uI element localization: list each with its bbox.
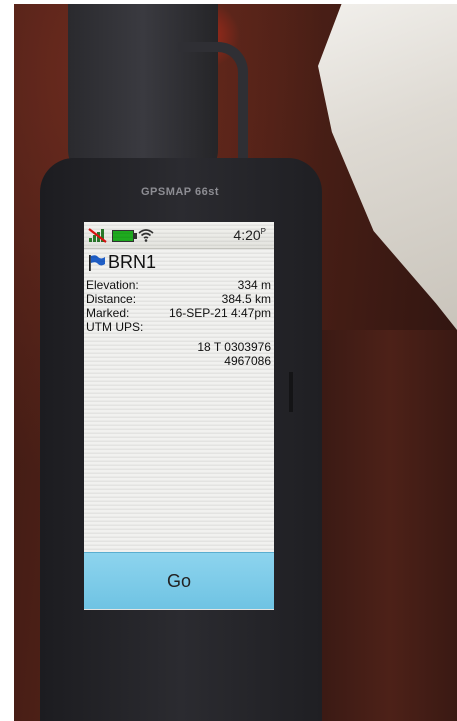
detail-row: UTM UPS:: [84, 320, 274, 334]
device-model-label: GPSMAP 66st: [140, 186, 220, 198]
go-button[interactable]: Go: [84, 552, 274, 609]
side-key[interactable]: [289, 372, 293, 412]
detail-value: 16-SEP-21 4:47pm: [168, 306, 271, 320]
detail-row: Elevation: 334 m: [84, 278, 274, 292]
detail-row: Distance: 384.5 km: [84, 292, 274, 306]
utm-zone-easting: 18 T 0303976: [197, 340, 271, 354]
detail-row: Marked: 16-SEP-21 4:47pm: [84, 306, 274, 320]
wood-surface: [322, 330, 457, 721]
status-bar: 4:20P: [84, 222, 274, 249]
waypoint-details: Elevation: 334 m Distance: 384.5 km Mark…: [84, 278, 274, 368]
utm-coordinates-line2: 4967086: [84, 354, 274, 368]
detail-label: Distance:: [86, 292, 137, 306]
detail-label: Elevation:: [86, 278, 139, 292]
image-border: [0, 0, 14, 721]
no-signal-icon: [88, 228, 107, 243]
utm-coordinates-line1: 18 T 0303976: [84, 340, 274, 354]
clock: 4:20P: [233, 227, 266, 243]
detail-value: 334 m: [237, 278, 271, 292]
detail-label: Marked:: [86, 306, 130, 320]
clock-time: 4:20: [233, 227, 261, 243]
image-border-top: [0, 0, 457, 4]
utm-northing: 4967086: [224, 354, 271, 368]
battery-icon: [112, 230, 137, 242]
waypoint-name: BRN1: [108, 252, 157, 272]
wifi-icon: [138, 229, 154, 242]
blue-flag-icon: [89, 255, 105, 271]
detail-value: 384.5 km: [221, 292, 271, 306]
clock-ampm: P: [260, 227, 266, 236]
detail-label: UTM UPS:: [86, 320, 144, 334]
